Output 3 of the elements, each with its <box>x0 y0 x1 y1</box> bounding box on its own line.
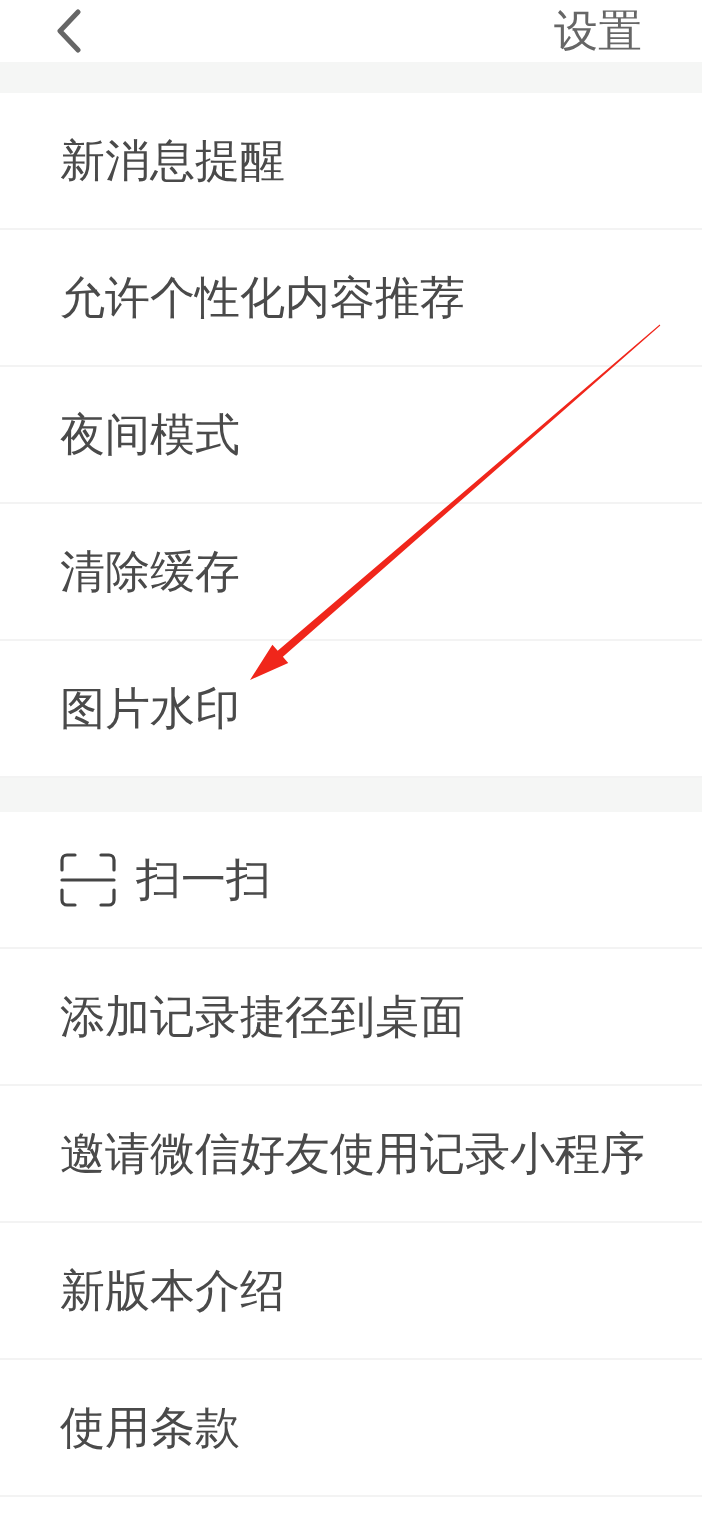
back-icon[interactable] <box>56 9 82 53</box>
scan-icon <box>60 852 116 907</box>
page-title: 设置 <box>554 9 642 53</box>
